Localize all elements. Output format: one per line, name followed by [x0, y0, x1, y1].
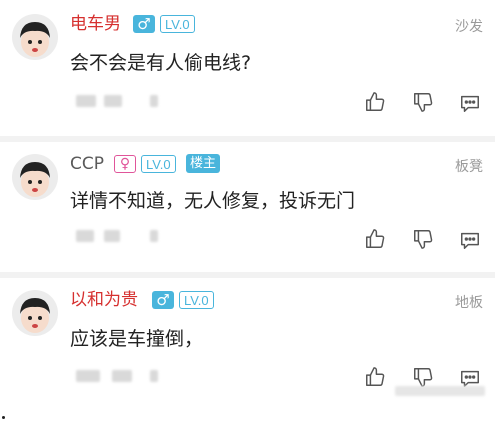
username[interactable]: 以和为贵 — [70, 290, 138, 310]
gender-badge-male: ♂ — [133, 15, 155, 33]
avatar[interactable] — [12, 290, 58, 336]
page-edge-dot — [2, 416, 5, 419]
blurred-timestamp — [112, 370, 132, 382]
gender-badge-female: ♀ — [114, 155, 136, 173]
avatar[interactable] — [12, 14, 58, 60]
owner-badge: 楼主 — [186, 154, 221, 173]
thumbs-up-icon[interactable] — [364, 91, 386, 113]
username[interactable]: CCP — [70, 154, 104, 174]
thumbs-up-icon[interactable] — [364, 366, 386, 388]
comment-text: 会不会是有人偷电线? — [70, 52, 252, 74]
blurred-timestamp — [150, 230, 158, 242]
blurred-timestamp — [104, 230, 120, 242]
comment-icon[interactable] — [459, 92, 481, 114]
floor-label: 板凳 — [455, 159, 483, 175]
blurred-timestamp — [76, 370, 100, 382]
thumbs-down-icon[interactable] — [412, 228, 434, 250]
thumbs-down-icon[interactable] — [412, 91, 434, 113]
female-icon: ♀ — [119, 156, 131, 172]
floor-label: 地板 — [455, 295, 483, 311]
thumbs-up-icon[interactable] — [364, 228, 386, 250]
comment-text: 详情不知道，无人修复，投诉无门 — [70, 190, 356, 212]
comment-icon[interactable] — [459, 229, 481, 251]
watermark-blur — [395, 386, 485, 396]
avatar[interactable] — [12, 154, 58, 200]
level-badge: LV.0 — [160, 15, 195, 33]
blurred-timestamp — [76, 230, 94, 242]
blurred-timestamp — [150, 370, 158, 382]
gender-badge-male: ♂ — [152, 291, 174, 309]
comment-item: 电车男 ♂ LV.0 沙发 会不会是有人偷电线? — [0, 0, 495, 136]
male-icon: ♂ — [137, 15, 151, 33]
comment-item: 以和为贵 ♂ LV.0 地板 应该是车撞倒， — [0, 278, 495, 424]
blurred-timestamp — [76, 95, 96, 107]
username[interactable]: 电车男 — [70, 14, 121, 34]
blurred-timestamp — [150, 95, 158, 107]
floor-label: 沙发 — [455, 19, 483, 35]
level-badge: LV.0 — [179, 291, 214, 309]
comment-item: CCP ♀ LV.0 楼主 板凳 详情不知道，无人修复，投诉无门 — [0, 142, 495, 272]
comment-text: 应该是车撞倒， — [70, 328, 204, 350]
blurred-timestamp — [104, 95, 122, 107]
thumbs-down-icon[interactable] — [412, 366, 434, 388]
level-badge: LV.0 — [141, 155, 176, 173]
male-icon: ♂ — [156, 291, 170, 309]
